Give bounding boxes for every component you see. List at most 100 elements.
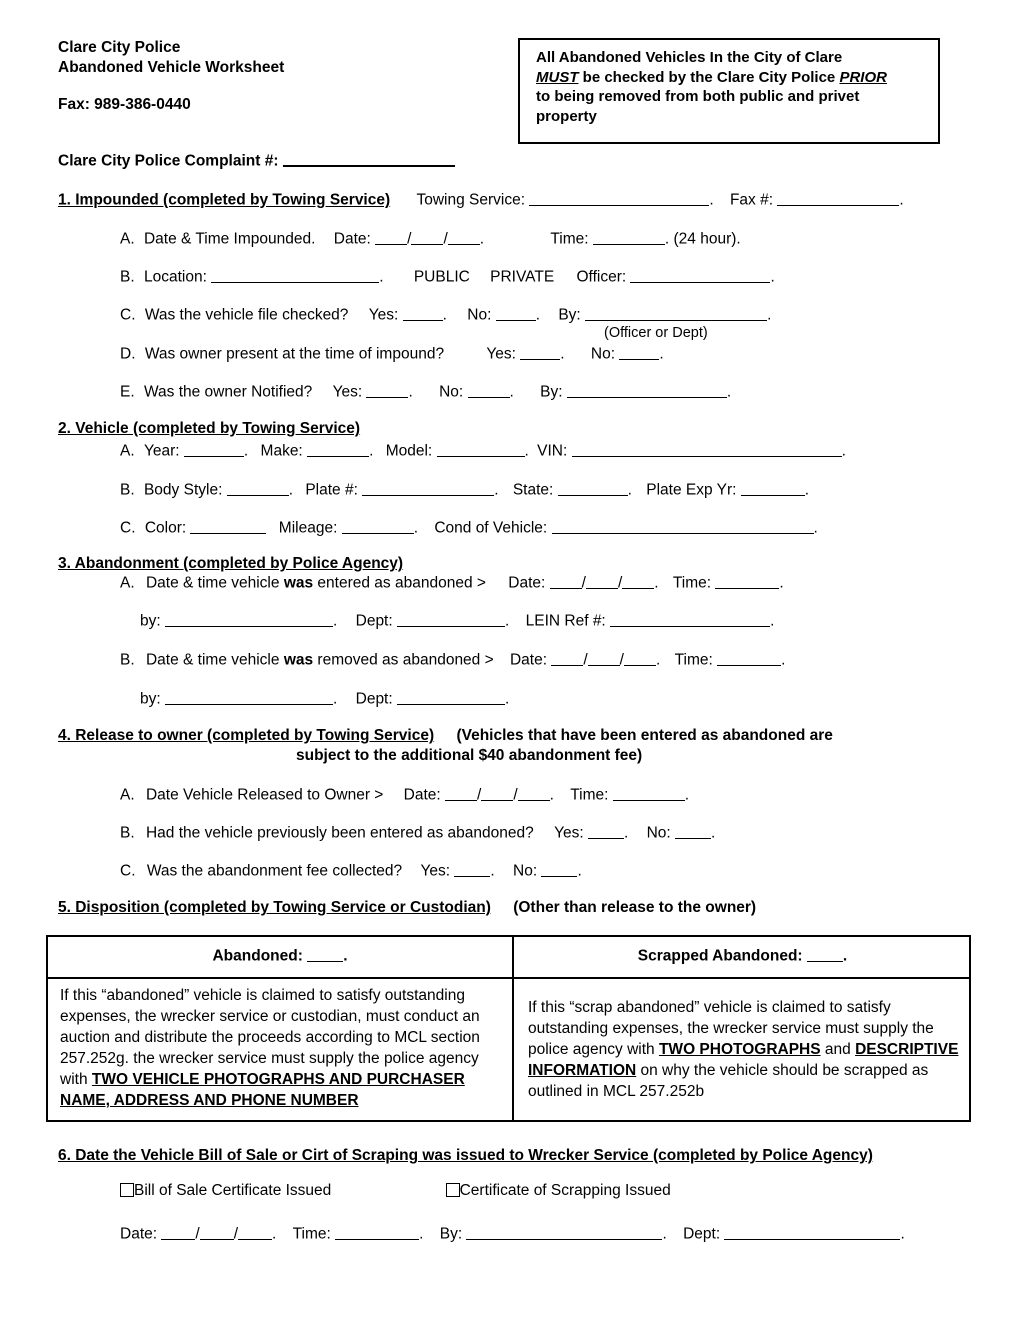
owner-notified-by-input[interactable] (566, 382, 727, 398)
section-5-note: (Other than release to the owner) (513, 899, 757, 916)
abandon-removed-by-input[interactable] (165, 689, 333, 705)
issue-time-input[interactable] (335, 1224, 420, 1240)
file-checked-no-input[interactable] (495, 305, 536, 321)
file-checked-by-label: By: (558, 306, 581, 324)
abandon-removed-time-input[interactable] (717, 650, 782, 666)
issue-date-month[interactable] (161, 1224, 196, 1240)
vehicle-color-input[interactable] (190, 518, 267, 534)
scrapping-certificate-checkbox[interactable] (445, 1183, 460, 1197)
vehicle-model-label: Model: (385, 442, 433, 460)
vehicle-vin-label: VIN: (537, 442, 568, 460)
public-option[interactable]: PUBLIC (414, 269, 470, 286)
release-date-day[interactable] (481, 785, 514, 801)
section-1e-letter: E. (120, 383, 135, 401)
abandoned-instructions: If this “abandoned” vehicle is claimed t… (60, 985, 500, 1111)
bill-of-sale-checkbox[interactable] (120, 1183, 134, 1197)
section-3a-letter: A. (120, 574, 135, 592)
impound-date-month[interactable] (375, 229, 408, 245)
private-option[interactable]: PRIVATE (490, 269, 554, 286)
vehicle-plate-input[interactable] (362, 480, 495, 496)
issue-date-day[interactable] (199, 1224, 234, 1240)
section-3b-letter: B. (120, 651, 135, 669)
section-1d-row: D. Was owner present at the time of impo… (120, 344, 664, 363)
impound-time-input[interactable] (592, 229, 665, 245)
notice-box: All Abandoned Vehicles In the City of Cl… (518, 38, 940, 144)
vehicle-body-style-input[interactable] (226, 480, 289, 496)
section-1a-letter: A. (120, 230, 135, 248)
scrapped-header-period: . (842, 947, 848, 965)
abandon-entered-date-day[interactable] (585, 573, 618, 589)
abandon-removed-dept-input[interactable] (397, 689, 505, 705)
section-2a-row: A. Year: . Make: . Model: . VIN: . (120, 441, 846, 460)
fee-collected-no-input[interactable] (541, 861, 578, 877)
section-4b-row: B. Had the vehicle previously been enter… (120, 823, 716, 842)
abandon-removed-date-day[interactable] (587, 650, 620, 666)
vehicle-condition-input[interactable] (551, 518, 814, 534)
owner-notified-yes-input[interactable] (366, 382, 409, 398)
previously-abandoned-no-input[interactable] (675, 823, 712, 839)
vehicle-vin-input[interactable] (571, 441, 842, 457)
scrapped-header-input[interactable] (806, 946, 843, 962)
towing-fax-input[interactable] (777, 190, 900, 206)
abandon-removed-date-month[interactable] (551, 650, 584, 666)
release-time-input[interactable] (612, 785, 685, 801)
impound-officer-label: Officer: (576, 268, 627, 286)
scrapped-header-label: Scrapped Abandoned: (637, 947, 803, 965)
vehicle-plate-exp-input[interactable] (740, 480, 805, 496)
release-date-year[interactable] (517, 785, 550, 801)
fee-collected-yes-input[interactable] (454, 861, 491, 877)
file-checked-yes-input[interactable] (402, 305, 443, 321)
impound-time-label: Time: (550, 230, 589, 248)
scrapped-instructions-emphasis-1: TWO PHOTOGRAPHS (658, 1041, 821, 1058)
vehicle-mileage-label: Mileage: (278, 519, 338, 537)
issue-dept-label: Dept: (683, 1225, 721, 1243)
section-1-header-row: 1. Impounded (completed by Towing Servic… (58, 190, 904, 209)
section-3b-text-pre: Date & time vehicle (145, 651, 284, 669)
impound-officer-input[interactable] (630, 267, 771, 283)
previously-abandoned-no-label: No: (646, 824, 671, 842)
section-4c-row: C. Was the abandonment fee collected? Ye… (120, 861, 582, 880)
issue-dept-input[interactable] (724, 1224, 901, 1240)
owner-present-yes-label: Yes: (486, 345, 516, 363)
owner-notified-no-input[interactable] (467, 382, 510, 398)
abandoned-header-input[interactable] (307, 946, 344, 962)
lein-ref-label: LEIN Ref #: (525, 612, 606, 630)
abandon-removed-date-year[interactable] (623, 650, 656, 666)
abandon-entered-time-input[interactable] (715, 573, 780, 589)
section-2b-row: B. Body Style: . Plate #: . State: . Pla… (120, 480, 810, 499)
section-3a-was-emphasis: was (283, 574, 314, 592)
abandon-entered-by-input[interactable] (165, 611, 333, 627)
vehicle-model-input[interactable] (436, 441, 525, 457)
vehicle-plate-label: Plate #: (305, 481, 358, 499)
agency-name: Clare City Police (58, 39, 181, 56)
abandon-entered-dept-input[interactable] (397, 611, 505, 627)
impound-date-label: Date: (333, 230, 371, 248)
lein-ref-input[interactable] (610, 611, 771, 627)
fee-collected-no-label: No: (513, 862, 538, 880)
issue-date-year[interactable] (238, 1224, 272, 1240)
owner-present-no-input[interactable] (619, 344, 660, 360)
file-checked-by-input[interactable] (585, 305, 768, 321)
abandon-entered-date-year[interactable] (622, 573, 655, 589)
release-date-month[interactable] (445, 785, 478, 801)
towing-service-input[interactable] (529, 190, 710, 206)
section-1c-letter: C. (120, 306, 136, 324)
abandoned-column-header: Abandoned: . (48, 946, 512, 966)
vehicle-make-input[interactable] (307, 441, 370, 457)
complaint-number-blank[interactable] (282, 150, 455, 167)
issue-by-input[interactable] (466, 1224, 663, 1240)
section-6-issue-row: Date: / /. Time: . By: . Dept: . (120, 1224, 905, 1243)
previously-abandoned-yes-input[interactable] (587, 823, 624, 839)
impound-date-year[interactable] (447, 229, 480, 245)
impound-location-input[interactable] (211, 267, 380, 283)
vehicle-year-input[interactable] (183, 441, 244, 457)
vehicle-state-input[interactable] (557, 480, 628, 496)
owner-present-yes-input[interactable] (520, 344, 561, 360)
impound-date-day[interactable] (411, 229, 444, 245)
vehicle-mileage-input[interactable] (341, 518, 414, 534)
section-4c-text: Was the abandonment fee collected? (146, 862, 403, 880)
section-1c-row: C. Was the vehicle file checked? Yes: . … (120, 305, 772, 324)
abandon-entered-date-month[interactable] (549, 573, 582, 589)
section-3b-text-post: removed as abandoned > (313, 651, 494, 669)
section-1-heading: 1. Impounded (completed by Towing Servic… (58, 191, 391, 209)
